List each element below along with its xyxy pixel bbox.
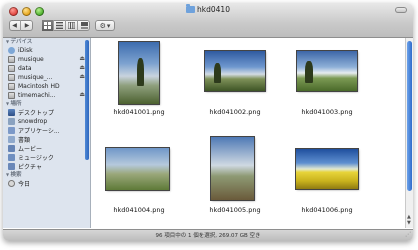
chevron-down-icon: ▾ (106, 21, 111, 30)
sidebar-item-label: musique (18, 56, 44, 63)
content-scrollbar[interactable]: ▲ ▼ (405, 38, 413, 228)
status-bar: 96 項目中の 1 個を選択, 269.07 GB 空き ⋰ (3, 229, 413, 241)
sidebar-item-label: snowdrop (18, 118, 48, 125)
documents-icon (8, 136, 15, 143)
status-text: 96 項目中の 1 個を選択, 269.07 GB 空き (155, 233, 261, 239)
sidebar-item-movies[interactable]: ムービー (3, 144, 90, 153)
idisk-icon (8, 47, 15, 54)
sidebar-item-timemachine[interactable]: timemachi... ⏏ (3, 91, 90, 100)
gear-icon: ⚙ (99, 21, 106, 30)
sidebar-item-label: デスクトップ (18, 110, 55, 117)
file-name[interactable]: hkd041002.png (190, 108, 280, 116)
sidebar-item-label: ミュージック (18, 155, 54, 162)
sidebar-item-today[interactable]: 今日 (3, 179, 90, 188)
sidebar-item-label: ムービー (18, 146, 43, 153)
file-icon-grid: hkd041001.png hkd041002.png hkd041003.pn… (91, 38, 405, 228)
disk-icon (8, 92, 15, 99)
file-name[interactable]: hkd041003.png (282, 108, 372, 116)
list-view-button[interactable] (54, 20, 66, 31)
scroll-arrows-icon[interactable]: ▲ ▼ (407, 214, 411, 226)
icon-view-button[interactable] (42, 20, 54, 31)
pictures-icon (8, 163, 15, 170)
icon-view-icon (44, 22, 51, 29)
sidebar-item-label: 今日 (18, 181, 31, 188)
sidebar-item-desktop[interactable]: デスクトップ (3, 108, 90, 117)
file-name[interactable]: hkd041001.png (94, 108, 184, 116)
sidebar-item-idisk[interactable]: iDisk (3, 46, 90, 55)
file-name[interactable]: hkd041004.png (94, 206, 184, 214)
coverflow-view-icon (80, 22, 88, 29)
file-name[interactable]: hkd041006.png (282, 206, 372, 214)
disk-icon (8, 56, 15, 63)
sidebar-item-home[interactable]: snowdrop (3, 117, 90, 126)
home-icon (8, 118, 15, 125)
coverflow-view-button[interactable] (78, 20, 90, 31)
sidebar-item-label: timemachi... (18, 92, 56, 99)
forward-icon: ▶ (24, 22, 30, 29)
sidebar-item-music[interactable]: ミュージック (3, 153, 90, 162)
back-icon: ◀ (12, 22, 17, 29)
sidebar-item-label: data (18, 65, 32, 72)
window-title: hkd0410 (3, 4, 413, 14)
sidebar-item-label: Macintosh HD (18, 83, 60, 90)
desktop-icon (8, 109, 15, 116)
finder-window: hkd0410 ◀ ▶ ⚙▾ デバイス iDisk musi (3, 3, 413, 241)
sidebar-item-applications[interactable]: アプリケーシ... (3, 126, 90, 135)
action-menu-button[interactable]: ⚙ ▾ (95, 20, 115, 31)
sidebar-section-search: 検索 (3, 171, 90, 179)
sidebar-item-label: musique_... (18, 74, 53, 81)
list-view-icon (56, 22, 63, 29)
sidebar-item-macintosh-hd[interactable]: Macintosh HD (3, 82, 90, 91)
file-thumbnail[interactable] (296, 149, 358, 189)
sidebar-item-musique[interactable]: musique ⏏ (3, 55, 90, 64)
scrollbar-thumb[interactable] (407, 41, 412, 191)
sidebar-item-pictures[interactable]: ピクチャ (3, 162, 90, 171)
file-thumbnail[interactable] (211, 137, 254, 200)
music-icon (8, 154, 15, 161)
sidebar-scrollbar[interactable] (85, 40, 89, 160)
sidebar-section-devices: デバイス (3, 38, 90, 46)
sidebar-item-label: iDisk (18, 47, 33, 54)
back-button[interactable]: ◀ (9, 20, 21, 31)
forward-button[interactable]: ▶ (21, 20, 33, 31)
disk-icon (8, 83, 15, 90)
toolbar-area: hkd0410 ◀ ▶ ⚙ ▾ (3, 3, 413, 38)
disk-icon (8, 65, 15, 72)
sidebar-item-label: 書類 (18, 137, 31, 144)
file-thumbnail[interactable] (106, 148, 169, 190)
sidebar-item-musique-2[interactable]: musique_... ⏏ (3, 73, 90, 82)
view-mode-buttons (42, 20, 90, 31)
file-thumbnail[interactable] (119, 42, 159, 104)
column-view-button[interactable] (66, 20, 78, 31)
sidebar-item-label: ピクチャ (18, 164, 42, 171)
nav-buttons: ◀ ▶ (9, 20, 33, 31)
toolbar-toggle-button[interactable] (395, 7, 407, 13)
folder-icon (186, 4, 196, 13)
disk-icon (8, 74, 15, 81)
clock-icon (8, 180, 15, 187)
file-thumbnail[interactable] (205, 51, 265, 91)
file-thumbnail[interactable] (297, 51, 357, 91)
file-name[interactable]: hkd041005.png (190, 206, 280, 214)
sidebar-item-documents[interactable]: 書類 (3, 135, 90, 144)
movies-icon (8, 145, 15, 152)
sidebar-section-places: 場所 (3, 100, 90, 108)
sidebar: デバイス iDisk musique⏏ data⏏ musique_...⏏ M… (3, 38, 91, 228)
window-title-text: hkd0410 (197, 5, 230, 14)
column-view-icon (68, 22, 75, 29)
sidebar-item-label: アプリケーシ... (18, 128, 60, 135)
resize-grip-icon[interactable]: ⋰ (405, 229, 411, 241)
sidebar-item-data[interactable]: data ⏏ (3, 64, 90, 73)
applications-icon (8, 127, 15, 134)
